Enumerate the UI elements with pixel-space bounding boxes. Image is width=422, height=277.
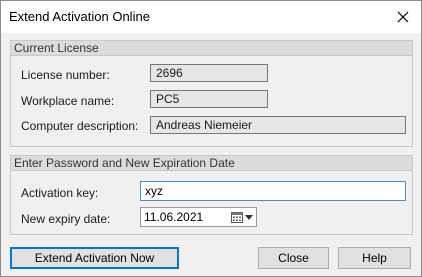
window-title: Extend Activation Online bbox=[9, 9, 150, 24]
workplace-name-field: PC5 bbox=[150, 90, 268, 108]
activation-key-input[interactable]: xyz bbox=[140, 181, 406, 201]
date-picker-dropdown-button[interactable] bbox=[229, 209, 255, 225]
current-license-group: Current License License number: 2696 Wor… bbox=[10, 40, 413, 147]
computer-description-field: Andreas Niemeier bbox=[150, 116, 406, 134]
close-window-button[interactable] bbox=[391, 5, 415, 29]
extend-activation-now-button[interactable]: Extend Activation Now bbox=[10, 247, 179, 269]
calendar-icon bbox=[231, 212, 243, 223]
new-expiry-date-label: New expiry date: bbox=[21, 212, 111, 226]
close-button[interactable]: Close bbox=[258, 247, 329, 269]
workplace-name-label: Workplace name: bbox=[21, 94, 115, 108]
new-expiration-group: Enter Password and New Expiration Date A… bbox=[10, 155, 413, 235]
extend-activation-dialog: Extend Activation Online Current License… bbox=[0, 0, 422, 277]
help-button[interactable]: Help bbox=[338, 247, 411, 269]
computer-description-label: Computer description: bbox=[21, 119, 139, 133]
chevron-down-icon bbox=[245, 214, 253, 220]
new-expiry-date-value: 11.06.2021 bbox=[144, 210, 204, 224]
activation-key-label: Activation key: bbox=[21, 186, 99, 200]
current-license-header: Current License bbox=[11, 41, 412, 56]
license-number-field: 2696 bbox=[150, 64, 268, 82]
new-expiration-header: Enter Password and New Expiration Date bbox=[11, 156, 412, 171]
license-number-label: License number: bbox=[21, 68, 110, 82]
close-icon bbox=[397, 11, 409, 23]
new-expiry-date-picker[interactable]: 11.06.2021 bbox=[140, 207, 257, 227]
title-bar: Extend Activation Online bbox=[1, 1, 421, 33]
